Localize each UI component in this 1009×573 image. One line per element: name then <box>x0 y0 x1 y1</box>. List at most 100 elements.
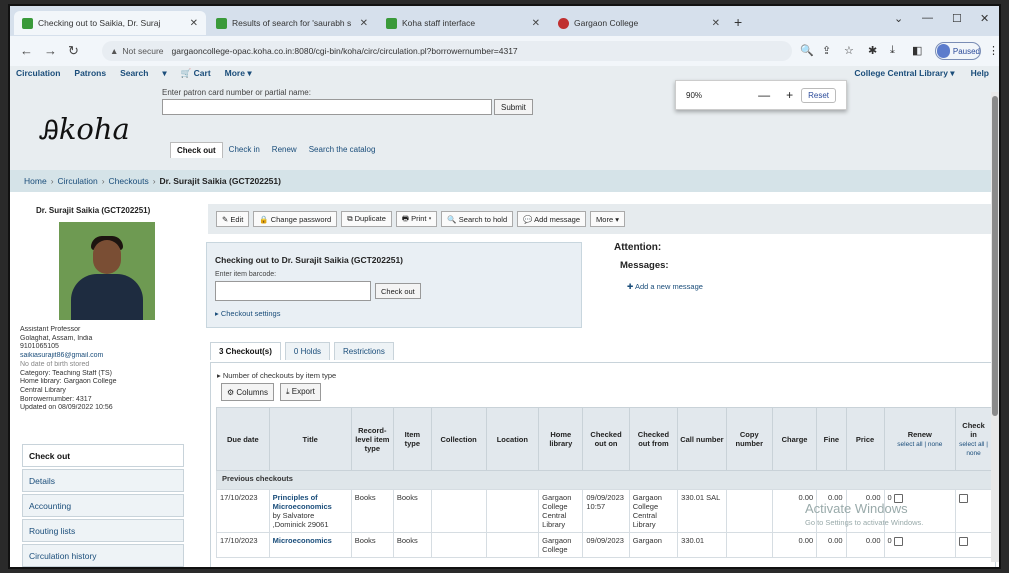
sidebar-item-circulation-history[interactable]: Circulation history <box>22 544 184 567</box>
maximize-icon[interactable]: ☐ <box>952 12 962 25</box>
patron-email[interactable]: saikiasurajit86@gmail.com <box>20 352 185 361</box>
tab-check-out[interactable]: Check out <box>170 142 223 158</box>
nav-cart[interactable]: 🛒 Cart <box>181 68 211 79</box>
col-call-number[interactable]: Call number <box>677 407 727 471</box>
col-due-date[interactable]: Due date <box>216 407 270 471</box>
zoom-reset-button[interactable]: Reset <box>801 87 836 103</box>
browser-tab-checkout[interactable]: Checking out to Saikia, Dr. Suraj ✕ <box>14 11 206 35</box>
col-fine[interactable]: Fine <box>816 407 847 471</box>
add-message-button[interactable]: 💬 Add message <box>517 211 587 227</box>
breadcrumb-circulation[interactable]: Circulation <box>58 176 98 186</box>
photo-body <box>71 274 143 320</box>
sidebar-item-check-out[interactable]: Check out <box>22 444 184 467</box>
address-bar[interactable]: ▲ Not secure gargaoncollege-opac.koha.co… <box>102 41 792 61</box>
browser-tab-search-results[interactable]: Results of search for 'saurabh s ✕ <box>208 11 376 35</box>
nav-circulation[interactable]: Circulation <box>16 68 60 79</box>
col-item-type[interactable]: Item type <box>392 407 432 471</box>
print-button[interactable]: 🖶 Print ▾ <box>395 211 438 227</box>
page-scrollbar[interactable] <box>991 92 999 562</box>
zoom-icon[interactable]: 🔍 <box>800 44 814 57</box>
col-home-library[interactable]: Home library <box>538 407 584 471</box>
tab-search-catalog[interactable]: Search the catalog <box>303 142 382 158</box>
barcode-input[interactable] <box>215 281 371 301</box>
col-location[interactable]: Location <box>485 407 540 471</box>
col-record-level-item-type[interactable]: Record-level item type <box>350 407 394 471</box>
patron-toolbar: ✎ Edit 🔒 Change password ⧉ Duplicate 🖶 P… <box>208 204 996 234</box>
col-check-in[interactable]: Check in select all | none <box>955 407 992 471</box>
scrollbar-thumb[interactable] <box>992 96 998 416</box>
checkin-checkbox[interactable] <box>959 536 969 546</box>
more-button[interactable]: More ▾ <box>590 211 625 227</box>
sidepanel-icon[interactable]: ◧ <box>912 44 922 57</box>
title-link[interactable]: Principles of Microeconomics <box>273 493 332 511</box>
col-checked-out-from[interactable]: Checked out from <box>628 407 679 471</box>
forward-arrow-icon[interactable]: → <box>44 43 57 58</box>
tab-search-icon[interactable]: ⌄ <box>894 12 903 25</box>
cell-title: Principles of Microeconomics by Salvatore… <box>268 489 352 533</box>
nav-patrons[interactable]: Patrons <box>74 68 106 79</box>
new-tab-button[interactable]: + <box>734 14 742 30</box>
close-icon[interactable]: ✕ <box>532 18 540 29</box>
export-button[interactable]: ⤓ Export <box>279 383 321 401</box>
library-selector[interactable]: College Central Library ▾ <box>854 68 954 79</box>
col-renew[interactable]: Renew select all | none <box>883 407 957 471</box>
tab-restrictions[interactable]: Restrictions <box>334 342 394 360</box>
search-to-hold-button[interactable]: 🔍 Search to hold <box>441 211 514 227</box>
renew-checkbox[interactable] <box>893 536 903 546</box>
tab-renew[interactable]: Renew <box>266 142 303 158</box>
profile-paused-button[interactable]: Paused <box>935 42 981 60</box>
submit-button[interactable]: Submit <box>494 99 533 115</box>
browser-tab-staff-interface[interactable]: Koha staff interface ✕ <box>378 11 548 35</box>
sidebar-item-accounting[interactable]: Accounting <box>22 494 184 517</box>
minimize-icon[interactable]: — <box>922 12 933 24</box>
sidebar-item-details[interactable]: Details <box>22 469 184 492</box>
add-new-message-link[interactable]: ✚ Add a new message <box>627 282 703 291</box>
renew-select-all[interactable]: select all | none <box>897 441 942 448</box>
title-link[interactable]: Microeconomics <box>273 536 332 545</box>
koha-logo[interactable]: Ꭿkoha <box>40 112 130 147</box>
download-icon[interactable]: ⤓ <box>890 44 895 57</box>
security-label[interactable]: Not secure <box>122 46 163 56</box>
url-text[interactable]: gargaoncollege-opac.koha.co.in:8080/cgi-… <box>172 46 518 56</box>
tab-check-in[interactable]: Check in <box>223 142 266 158</box>
checkout-settings-toggle[interactable]: ▸ Checkout settings <box>215 309 280 318</box>
edit-button[interactable]: ✎ Edit <box>216 211 250 227</box>
sidebar-item-routing-lists[interactable]: Routing lists <box>22 519 184 542</box>
extensions-icon[interactable]: ✱ <box>868 44 877 57</box>
close-icon[interactable]: ✕ <box>190 18 198 29</box>
checkin-header-label: Check in <box>962 421 985 439</box>
browser-tab-gargaon-college[interactable]: Gargaon College ✕ <box>550 11 728 35</box>
checkouts-by-type-toggle[interactable]: ▸ Number of checkouts by item type <box>217 371 336 380</box>
menu-kebab-icon[interactable]: ⋮ <box>988 44 999 57</box>
tab-holds[interactable]: 0 Holds <box>284 342 331 360</box>
star-icon[interactable]: ☆ <box>844 44 854 57</box>
checkin-select-all[interactable]: select all | none <box>959 441 988 457</box>
col-checked-out-on[interactable]: Checked out on <box>582 407 630 471</box>
zoom-out-button[interactable]: — <box>758 88 770 102</box>
patron-search-input[interactable] <box>162 99 492 115</box>
col-collection[interactable]: Collection <box>430 407 487 471</box>
zoom-in-button[interactable]: + <box>786 88 793 102</box>
close-icon[interactable]: ✕ <box>712 18 720 29</box>
close-icon[interactable]: ✕ <box>360 18 368 29</box>
tab-checkouts[interactable]: 3 Checkout(s) <box>210 342 281 360</box>
change-password-button[interactable]: 🔒 Change password <box>253 211 338 227</box>
breadcrumb-checkouts[interactable]: Checkouts <box>109 176 149 186</box>
checkin-checkbox[interactable] <box>959 493 969 503</box>
nav-search-dropdown[interactable]: ▾ <box>162 68 166 79</box>
nav-search[interactable]: Search <box>120 68 148 79</box>
back-arrow-icon[interactable]: ← <box>20 43 33 58</box>
window-close-icon[interactable]: ✕ <box>980 12 989 25</box>
col-price[interactable]: Price <box>845 407 885 471</box>
col-copy-number[interactable]: Copy number <box>725 407 773 471</box>
breadcrumb-home[interactable]: Home <box>24 176 47 186</box>
check-out-button[interactable]: Check out <box>375 283 421 299</box>
columns-button[interactable]: ⚙ Columns <box>221 383 274 401</box>
reload-icon[interactable]: ↻ <box>68 43 79 59</box>
col-title[interactable]: Title <box>268 407 352 471</box>
nav-more[interactable]: More ▾ <box>225 68 252 79</box>
share-icon[interactable]: ⇪ <box>822 44 831 57</box>
duplicate-button[interactable]: ⧉ Duplicate <box>341 211 392 227</box>
col-charge[interactable]: Charge <box>771 407 818 471</box>
help-link[interactable]: Help <box>971 68 989 79</box>
